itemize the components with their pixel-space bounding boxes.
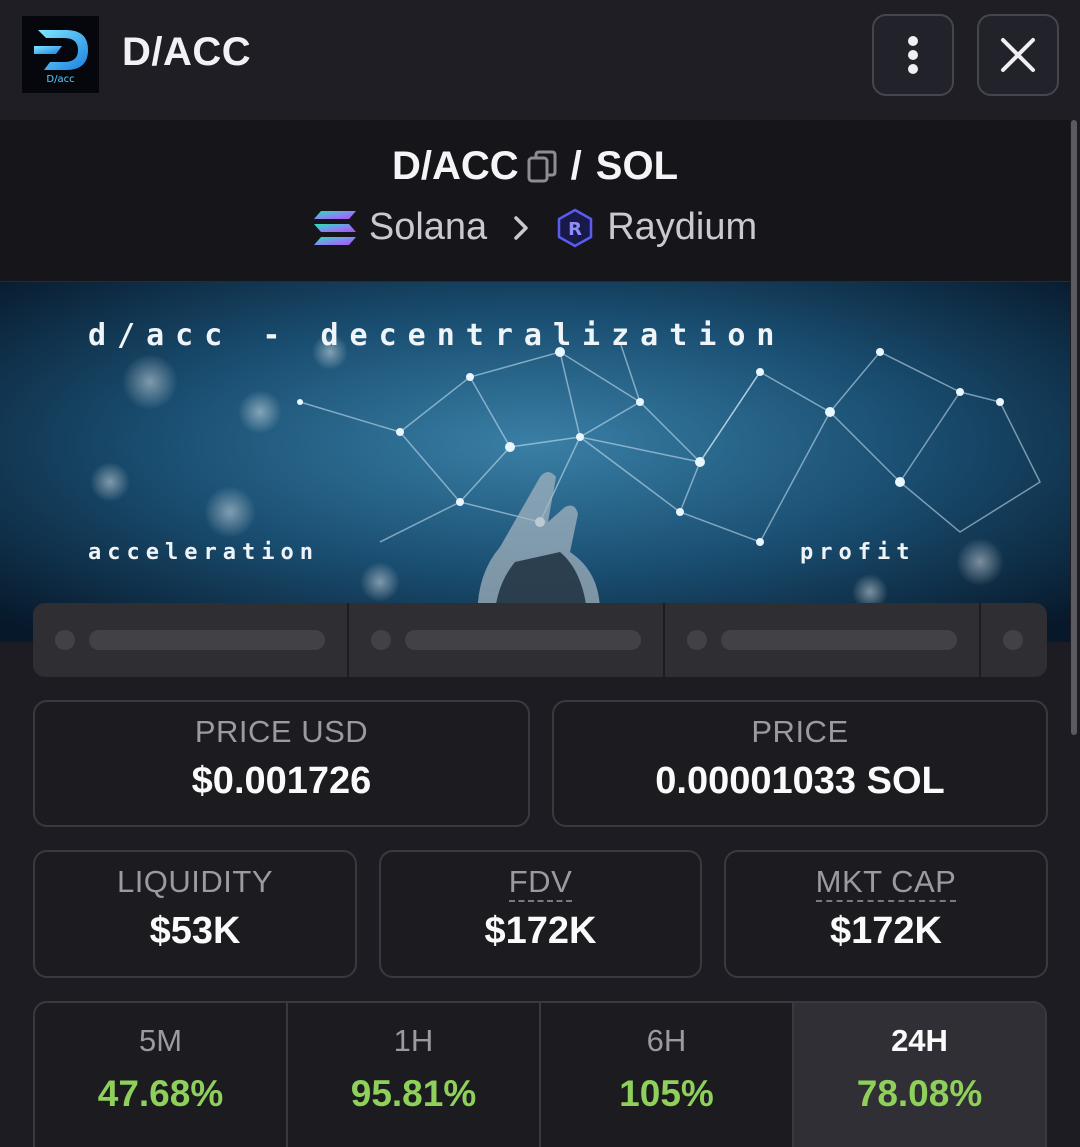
more-vertical-icon bbox=[908, 36, 918, 74]
pair-name: D/ACC / SOL bbox=[0, 144, 1070, 189]
token-logo: D/acc bbox=[22, 16, 99, 93]
solana-icon bbox=[313, 210, 357, 246]
link-placeholder bbox=[665, 603, 981, 677]
price-change-tabs: 5M 47.68% 1H 95.81% 6H 105% 24H 78.08% bbox=[33, 1001, 1047, 1147]
link-placeholder bbox=[349, 603, 665, 677]
liquidity-value: $53K bbox=[149, 910, 241, 952]
tab-label: 5M bbox=[138, 1023, 183, 1058]
tab-label: 24H bbox=[891, 1023, 948, 1058]
banner-title: d/acc - decentralization bbox=[88, 318, 786, 353]
scrollbar[interactable] bbox=[1071, 120, 1077, 735]
raydium-icon: R bbox=[555, 208, 595, 248]
chain-breadcrumb: Solana R Raydium bbox=[0, 206, 1070, 249]
banner-left-caption: acceleration bbox=[88, 540, 319, 565]
fdv-label[interactable]: FDV bbox=[508, 864, 573, 902]
logo-text: D/acc bbox=[46, 74, 75, 85]
link-placeholder bbox=[981, 603, 1047, 677]
price-native-label: PRICE bbox=[751, 714, 849, 749]
dex-name[interactable]: Raydium bbox=[607, 206, 757, 249]
svg-text:R: R bbox=[568, 219, 582, 240]
pair-separator: / bbox=[570, 144, 582, 188]
tab-6h[interactable]: 6H 105% bbox=[541, 1003, 794, 1147]
price-native-card: PRICE 0.00001033 SOL bbox=[552, 700, 1048, 827]
liquidity-label: LIQUIDITY bbox=[116, 864, 274, 899]
change-value: 78.08% bbox=[856, 1073, 983, 1114]
tab-label: 1H bbox=[393, 1023, 434, 1058]
mkt-cap-label[interactable]: MKT CAP bbox=[815, 864, 957, 902]
mkt-cap-card[interactable]: MKT CAP $172K bbox=[724, 850, 1048, 978]
price-usd-card: PRICE USD $0.001726 bbox=[33, 700, 530, 827]
tab-label: 6H bbox=[646, 1023, 687, 1058]
price-usd-label: PRICE USD bbox=[194, 714, 369, 749]
banner-right-caption: profit bbox=[800, 540, 916, 565]
change-value: 105% bbox=[619, 1073, 714, 1114]
chevron-right-icon bbox=[513, 215, 529, 241]
base-token: D/ACC bbox=[391, 144, 519, 188]
link-placeholder bbox=[33, 603, 349, 677]
more-button[interactable] bbox=[872, 14, 954, 96]
price-usd-value: $0.001726 bbox=[191, 760, 372, 802]
token-banner: d/acc - decentralization acceleration pr… bbox=[0, 282, 1070, 642]
links-row-loading bbox=[33, 603, 1047, 677]
mkt-cap-value: $172K bbox=[830, 910, 942, 952]
price-native-value: 0.00001033 SOL bbox=[655, 760, 945, 802]
liquidity-card: LIQUIDITY $53K bbox=[33, 850, 357, 978]
change-value: 95.81% bbox=[350, 1073, 477, 1114]
copy-icon[interactable] bbox=[527, 150, 557, 184]
quote-token: SOL bbox=[595, 144, 679, 188]
tab-1h[interactable]: 1H 95.81% bbox=[288, 1003, 541, 1147]
top-bar: D/acc D/ACC bbox=[0, 0, 1080, 120]
pair-header: D/ACC / SOL Solana R Raydium bbox=[0, 120, 1070, 282]
tab-24h[interactable]: 24H 78.08% bbox=[794, 1003, 1045, 1147]
change-value: 47.68% bbox=[97, 1073, 224, 1114]
chain-name[interactable]: Solana bbox=[369, 206, 487, 249]
fdv-value: $172K bbox=[484, 910, 597, 952]
page-title: D/ACC bbox=[122, 30, 252, 74]
tab-5m[interactable]: 5M 47.68% bbox=[35, 1003, 288, 1147]
close-icon bbox=[1001, 38, 1035, 72]
fdv-card[interactable]: FDV $172K bbox=[379, 850, 702, 978]
close-button[interactable] bbox=[977, 14, 1059, 96]
